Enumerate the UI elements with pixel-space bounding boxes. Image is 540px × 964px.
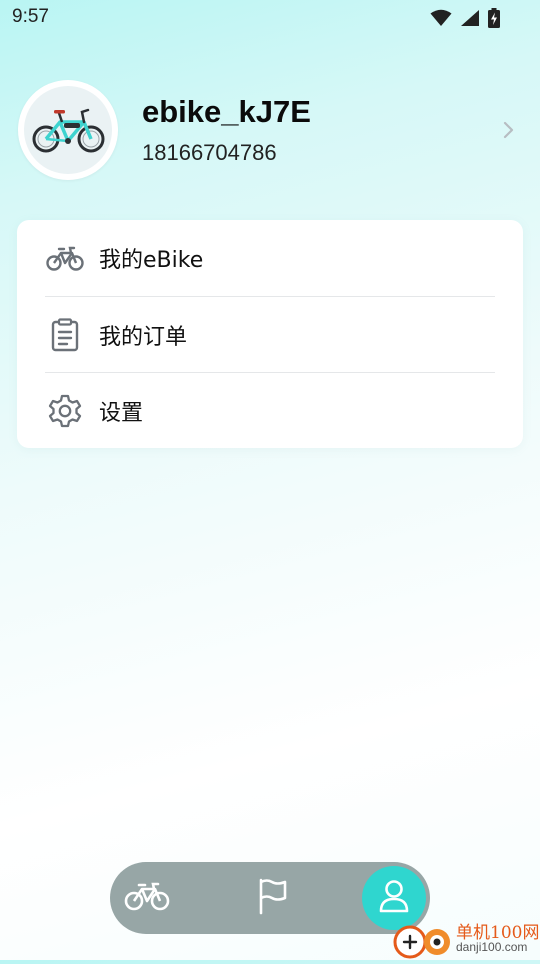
menu-card: 我的eBike 我的订单 设置 [17, 220, 523, 448]
profile-header[interactable]: ebike_kJ7E 18166704786 [18, 80, 522, 182]
bottom-nav [110, 862, 430, 934]
menu-item-settings[interactable]: 设置 [45, 373, 495, 449]
nav-tab-activity[interactable] [240, 862, 306, 934]
battery-charging-icon [488, 8, 500, 32]
menu-item-my-orders[interactable]: 我的订单 [45, 297, 495, 373]
bicycle-icon [45, 238, 85, 278]
phone-number: 18166704786 [142, 140, 277, 165]
clipboard-icon [45, 315, 85, 355]
status-time: 9:57 [12, 6, 49, 27]
menu-item-label: 设置 [99, 401, 144, 426]
user-icon [378, 878, 410, 918]
menu-item-my-ebike[interactable]: 我的eBike [45, 220, 495, 296]
nav-tab-ebike[interactable] [110, 862, 184, 934]
status-icons [430, 8, 500, 32]
signal-icon [460, 9, 480, 31]
avatar[interactable] [18, 80, 118, 180]
gear-icon [45, 391, 85, 431]
watermark-logo [390, 920, 454, 960]
bicycle-icon [124, 881, 170, 915]
chevron-right-icon[interactable] [502, 120, 516, 140]
wifi-icon [430, 9, 452, 31]
username: ebike_kJ7E [142, 94, 311, 129]
watermark-url: danji100.com [456, 940, 528, 954]
menu-item-label: 我的eBike [99, 248, 204, 273]
watermark: 单机100网 danji100.com [390, 916, 540, 960]
bicycle-avatar-icon [24, 86, 112, 174]
flag-icon [256, 877, 290, 919]
menu-item-label: 我的订单 [99, 325, 188, 350]
status-bar: 9:57 [0, 0, 540, 36]
